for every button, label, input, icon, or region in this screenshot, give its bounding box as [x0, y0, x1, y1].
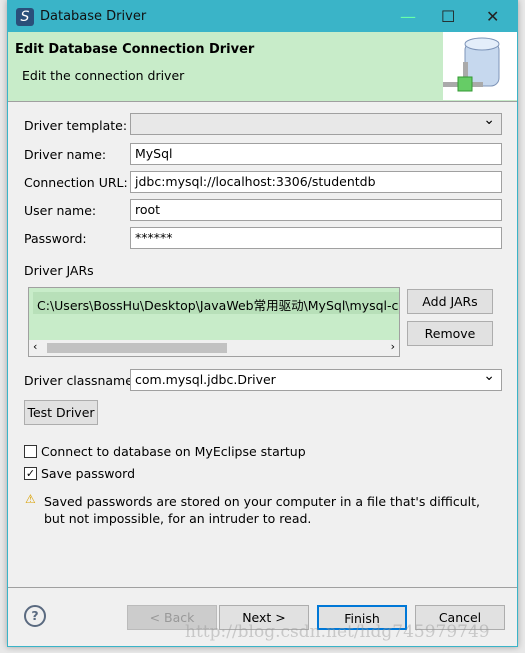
close-icon[interactable]: ✕: [486, 7, 499, 26]
connection-url-label: Connection URL:: [24, 175, 128, 190]
scroll-left-icon[interactable]: ‹: [33, 340, 37, 353]
footer-divider: [8, 587, 517, 588]
scroll-right-icon[interactable]: ›: [391, 340, 395, 353]
user-name-input[interactable]: root: [130, 199, 502, 221]
connection-url-input[interactable]: jdbc:mysql://localhost:3306/studentdb: [130, 171, 502, 193]
driver-template-label: Driver template:: [24, 118, 128, 133]
connect-startup-checkbox[interactable]: [24, 445, 37, 458]
help-icon[interactable]: ?: [24, 605, 46, 627]
driver-name-label: Driver name:: [24, 147, 107, 162]
password-label: Password:: [24, 231, 87, 246]
banner-subtitle: Edit the connection driver: [22, 68, 185, 83]
connect-startup-label: Connect to database on MyEclipse startup: [41, 444, 306, 459]
list-item[interactable]: C:\Users\BossHu\Desktop\JavaWeb常用驱动\MySq…: [33, 292, 399, 314]
title-bar: S Database Driver — ☐ ✕: [8, 1, 517, 32]
watermark: http://blog.csdn.net/hdg745979749: [185, 622, 490, 642]
window-title: Database Driver: [40, 9, 147, 24]
app-icon: S: [16, 7, 34, 26]
driver-jars-label: Driver JARs: [24, 263, 94, 278]
database-icon: [443, 32, 517, 100]
scrollbar-thumb[interactable]: [47, 343, 227, 353]
test-driver-button[interactable]: Test Driver: [24, 400, 98, 425]
driver-jars-list[interactable]: C:\Users\BossHu\Desktop\JavaWeb常用驱动\MySq…: [28, 287, 400, 357]
driver-classname-label: Driver classname:: [24, 373, 138, 388]
add-jars-button[interactable]: Add JARs: [407, 289, 493, 314]
banner-title: Edit Database Connection Driver: [15, 42, 255, 57]
database-driver-dialog: S Database Driver — ☐ ✕ Edit Database Co…: [7, 0, 518, 647]
minimize-icon[interactable]: —: [400, 7, 416, 26]
driver-template-select[interactable]: [130, 112, 502, 135]
user-name-label: User name:: [24, 203, 97, 218]
save-password-label: Save password: [41, 466, 136, 481]
header-banner: Edit Database Connection Driver Edit the…: [8, 32, 517, 102]
warning-text: Saved passwords are stored on your compu…: [44, 494, 480, 526]
password-input[interactable]: ******: [130, 227, 502, 249]
remove-button[interactable]: Remove: [407, 321, 493, 346]
driver-classname-select[interactable]: com.mysql.jdbc.Driver: [130, 368, 502, 391]
driver-name-input[interactable]: MySql: [130, 143, 502, 165]
warning-icon: ⚠: [25, 492, 36, 506]
horizontal-scrollbar[interactable]: ‹ ›: [29, 340, 399, 356]
save-password-checkbox[interactable]: ✓: [24, 467, 37, 480]
maximize-icon[interactable]: ☐: [441, 7, 455, 26]
